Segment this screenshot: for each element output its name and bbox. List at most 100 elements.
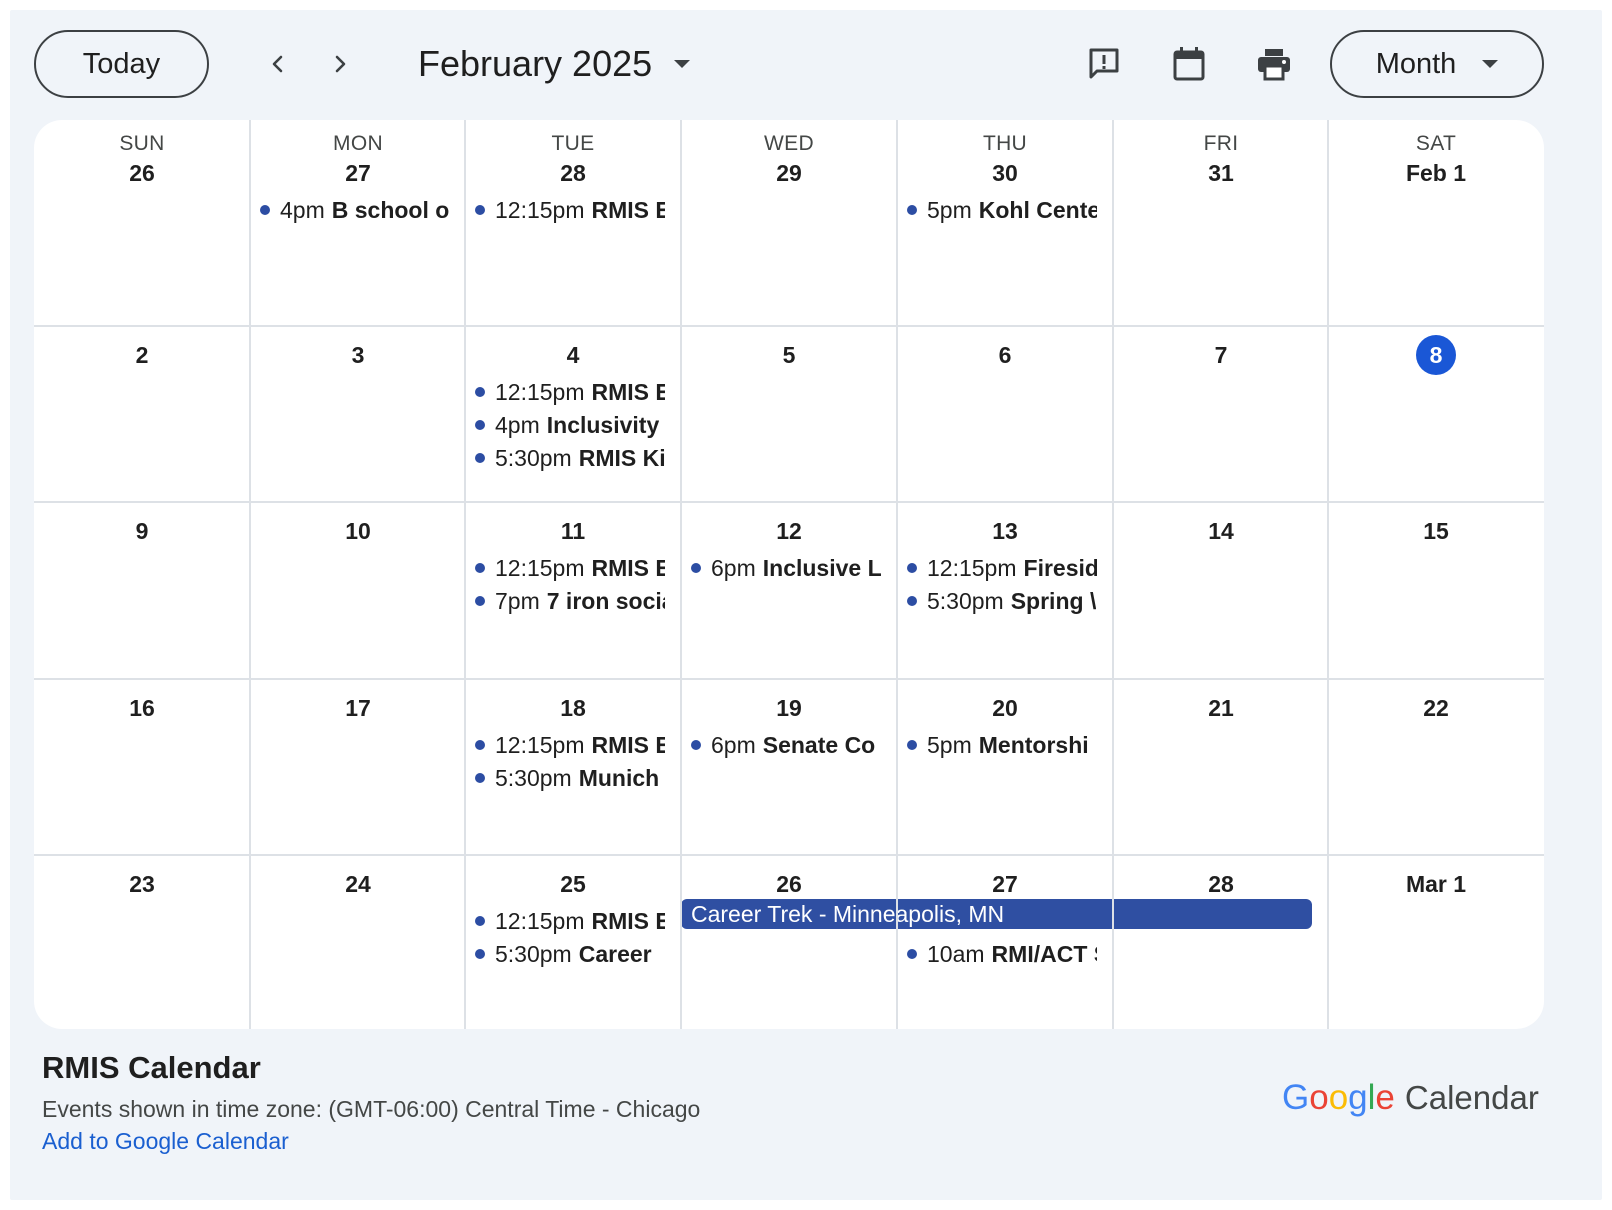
day-number[interactable]: 25	[465, 871, 681, 898]
day-number[interactable]: 15	[1328, 518, 1544, 545]
event-chip[interactable]: 5pm Mentorshi	[907, 730, 1097, 760]
day-number[interactable]: 18	[465, 695, 681, 722]
event-chip[interactable]: 5:30pm RMIS Ki	[475, 443, 665, 473]
day-cell[interactable]: 8	[1328, 326, 1544, 502]
feedback-button[interactable]	[1084, 44, 1124, 84]
day-cell[interactable]: 11 12:15pmRMIS E:7pm7 iron socia	[465, 502, 681, 679]
day-number[interactable]: 16	[34, 695, 250, 722]
day-cell[interactable]: 19 6pm Senate Co	[681, 679, 897, 855]
day-cell[interactable]: 15	[1328, 502, 1544, 679]
day-number[interactable]: 17	[250, 695, 466, 722]
event-chip[interactable]: 12:15pmFireside	[907, 553, 1097, 583]
event-chip[interactable]: 12:15pmRMIS E:	[475, 377, 665, 407]
today-date[interactable]: 8	[1328, 335, 1544, 375]
day-number[interactable]: 26	[681, 871, 897, 898]
next-month-button[interactable]	[322, 46, 358, 82]
day-cell[interactable]: 17	[250, 679, 466, 855]
day-number[interactable]: 19	[681, 695, 897, 722]
day-number[interactable]: 28	[1113, 871, 1329, 898]
event-chip[interactable]: 10amRMI/ACT S	[907, 939, 1097, 969]
today-button[interactable]: Today	[34, 30, 209, 98]
day-number[interactable]: Feb 1	[1328, 160, 1544, 187]
day-number[interactable]: 26	[34, 160, 250, 187]
day-number[interactable]: 12	[681, 518, 897, 545]
print-button[interactable]	[1254, 44, 1294, 84]
google-calendar-logo[interactable]: Google Calendar	[1282, 1078, 1539, 1118]
event-chip[interactable]: 6pm Inclusive L	[691, 553, 881, 583]
day-cell[interactable]: 16	[34, 679, 250, 855]
event-chip[interactable]: 5:30pm Munich	[475, 763, 665, 793]
day-cell[interactable]: 22	[1328, 679, 1544, 855]
day-cell[interactable]: SAT Feb 1	[1328, 120, 1544, 326]
day-cell[interactable]: 2	[34, 326, 250, 502]
day-number[interactable]: 10	[250, 518, 466, 545]
event-chip[interactable]: 5:30pm Spring \	[907, 586, 1097, 616]
day-number[interactable]: 6	[897, 342, 1113, 369]
day-cell[interactable]: 9	[34, 502, 250, 679]
add-to-google-calendar-link[interactable]: Add to Google Calendar	[42, 1128, 289, 1155]
event-chip[interactable]: 12:15pmRMIS E:	[475, 730, 665, 760]
day-cell[interactable]: 10	[250, 502, 466, 679]
day-cell[interactable]: 7	[1113, 326, 1329, 502]
day-cell[interactable]: 21	[1113, 679, 1329, 855]
day-cell[interactable]: 3	[250, 326, 466, 502]
day-cell[interactable]: 14	[1113, 502, 1329, 679]
day-number[interactable]: 9	[34, 518, 250, 545]
day-number[interactable]: 31	[1113, 160, 1329, 187]
open-calendar-button[interactable]	[1169, 44, 1209, 84]
day-cell[interactable]: 18 12:15pmRMIS E:5:30pmMunich	[465, 679, 681, 855]
day-number[interactable]: 27	[250, 160, 466, 187]
day-number[interactable]: 2	[34, 342, 250, 369]
day-cell[interactable]: 26	[681, 855, 897, 1029]
day-cell[interactable]: 5	[681, 326, 897, 502]
day-number[interactable]: 30	[897, 160, 1113, 187]
day-cell[interactable]: Mar 1	[1328, 855, 1544, 1029]
day-number[interactable]: 5	[681, 342, 897, 369]
day-number[interactable]: 14	[1113, 518, 1329, 545]
day-number[interactable]: 20	[897, 695, 1113, 722]
event-chip[interactable]: 4pm Inclusivity	[475, 410, 665, 440]
day-number[interactable]: 21	[1113, 695, 1329, 722]
day-cell[interactable]: THU 30 5pm Kohl Cente	[897, 120, 1113, 326]
day-number[interactable]: 13	[897, 518, 1113, 545]
day-number[interactable]: 23	[34, 871, 250, 898]
day-number[interactable]: Mar 1	[1328, 871, 1544, 898]
day-cell[interactable]: 25 12:15pmRMIS E:5:30pmCareer	[465, 855, 681, 1029]
day-number[interactable]: 4	[465, 342, 681, 369]
day-number[interactable]: 7	[1113, 342, 1329, 369]
day-cell[interactable]: 23	[34, 855, 250, 1029]
day-number-text: 20	[992, 695, 1018, 721]
day-cell[interactable]: 12 6pm Inclusive L	[681, 502, 897, 679]
event-chip[interactable]: 12:15pmRMIS E:	[475, 553, 665, 583]
day-cell[interactable]: WED 29	[681, 120, 897, 326]
day-cell[interactable]: TUE 28 12:15pmRMIS E:	[465, 120, 681, 326]
event-chip[interactable]: 5pm Kohl Cente	[907, 195, 1097, 225]
event-dot-icon	[907, 596, 917, 606]
event-chip[interactable]: 12:15pmRMIS E:	[475, 906, 665, 936]
day-number[interactable]: 29	[681, 160, 897, 187]
day-cell[interactable]: 28	[1113, 855, 1329, 1029]
day-number[interactable]: 3	[250, 342, 466, 369]
day-cell[interactable]: 6	[897, 326, 1113, 502]
day-cell[interactable]: FRI 31	[1113, 120, 1329, 326]
day-cell[interactable]: SUN 26	[34, 120, 250, 326]
view-selector[interactable]: Month	[1330, 30, 1544, 98]
previous-month-button[interactable]	[260, 46, 296, 82]
day-cell[interactable]: 27 10amRMI/ACT S	[897, 855, 1113, 1029]
day-cell[interactable]: MON 27 4pm B school o	[250, 120, 466, 326]
day-cell[interactable]: 24	[250, 855, 466, 1029]
event-chip[interactable]: 7pm 7 iron socia	[475, 586, 665, 616]
day-number[interactable]: 22	[1328, 695, 1544, 722]
event-chip[interactable]: 12:15pmRMIS E:	[475, 195, 665, 225]
event-chip[interactable]: 5:30pm Career	[475, 939, 665, 969]
day-cell[interactable]: 20 5pm Mentorshi	[897, 679, 1113, 855]
event-chip[interactable]: 4pm B school o	[260, 195, 450, 225]
day-number[interactable]: 24	[250, 871, 466, 898]
day-number[interactable]: 11	[465, 518, 681, 545]
day-number[interactable]: 27	[897, 871, 1113, 898]
day-number[interactable]: 28	[465, 160, 681, 187]
day-cell[interactable]: 13 12:15pmFireside5:30pmSpring \	[897, 502, 1113, 679]
day-cell[interactable]: 4 12:15pmRMIS E:4pmInclusivity5:30pmRMIS …	[465, 326, 681, 502]
month-picker[interactable]: February 2025	[418, 36, 691, 92]
event-chip[interactable]: 6pm Senate Co	[691, 730, 881, 760]
